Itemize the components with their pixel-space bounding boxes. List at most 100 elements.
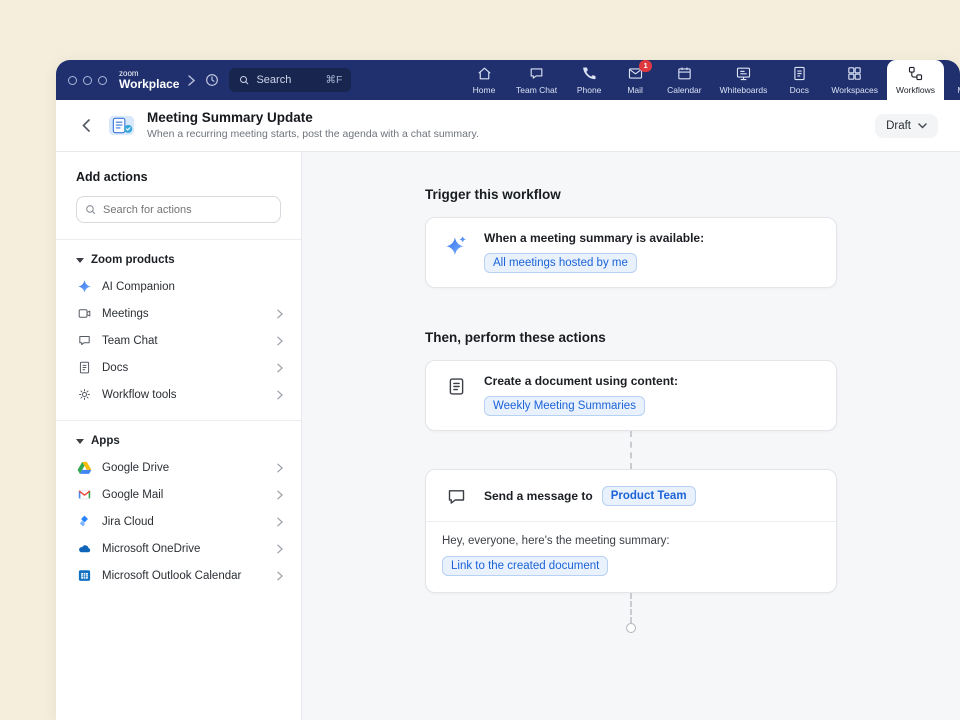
nav-workflows[interactable]: Workflows xyxy=(887,60,944,100)
nav-docs[interactable]: Docs xyxy=(776,60,822,100)
trigger-text: When a meeting summary is available: xyxy=(484,231,704,245)
document-icon xyxy=(442,374,470,397)
actions-heading: Then, perform these actions xyxy=(425,330,837,345)
global-search[interactable]: Search ⌘F xyxy=(229,68,351,92)
sidebar-item-microsoft-onedrive[interactable]: Microsoft OneDrive xyxy=(56,535,301,562)
nav-mail[interactable]: 1 Mail xyxy=(612,60,658,100)
sidebar-item-workflow-tools[interactable]: Workflow tools xyxy=(56,381,301,408)
team-chat-icon xyxy=(528,65,545,82)
top-navbar: zoom Workplace Search ⌘F Home Team xyxy=(56,60,960,100)
calendar-icon xyxy=(676,65,693,82)
workspaces-icon xyxy=(846,65,863,82)
status-dropdown[interactable]: Draft xyxy=(875,114,938,138)
divider xyxy=(56,239,301,240)
workflow-canvas: Trigger this workflow When a meeting sum… xyxy=(302,152,960,720)
nav-home[interactable]: Home xyxy=(461,60,507,100)
workflows-icon xyxy=(907,65,924,82)
search-icon xyxy=(84,203,97,216)
nav-calendar[interactable]: Calendar xyxy=(658,60,711,100)
trigger-heading: Trigger this workflow xyxy=(425,187,837,202)
zoom-workplace-logo: zoom Workplace xyxy=(119,70,179,91)
mail-icon: 1 xyxy=(627,65,644,82)
workflow-header: Meeting Summary Update When a recurring … xyxy=(56,100,960,152)
nav-team-chat[interactable]: Team Chat xyxy=(507,60,566,100)
outlook-calendar-icon xyxy=(76,568,92,583)
docs-icon xyxy=(791,65,808,82)
search-shortcut: ⌘F xyxy=(326,74,343,86)
sidebar-item-microsoft-outlook-calendar[interactable]: Microsoft Outlook Calendar xyxy=(56,562,301,589)
workflow-title: Meeting Summary Update xyxy=(147,110,479,126)
back-button[interactable] xyxy=(82,119,90,132)
chat-bubble-icon xyxy=(442,484,470,507)
trigger-scope-chip[interactable]: All meetings hosted by me xyxy=(484,253,637,273)
divider xyxy=(56,420,301,421)
ai-companion-icon xyxy=(76,279,92,294)
caret-down-icon xyxy=(76,258,84,263)
home-icon xyxy=(476,65,493,82)
app-window: zoom Workplace Search ⌘F Home Team xyxy=(56,60,960,720)
chevron-right-icon xyxy=(277,463,283,473)
action-card-send-message[interactable]: Send a message to Product Team Hey, ever… xyxy=(425,469,837,593)
chevron-right-icon xyxy=(277,490,283,500)
document-icon xyxy=(76,360,92,375)
gear-icon xyxy=(76,387,92,402)
ai-sparkle-icon xyxy=(442,231,470,259)
video-camera-icon xyxy=(76,306,92,321)
sidebar-item-meetings[interactable]: Meetings xyxy=(56,300,301,327)
nav-whiteboards[interactable]: Whiteboards xyxy=(711,60,777,100)
nav-phone[interactable]: Phone xyxy=(566,60,612,100)
meeting-summary-icon xyxy=(108,114,135,137)
nav-workspaces[interactable]: Workspaces xyxy=(822,60,887,100)
onedrive-icon xyxy=(76,541,92,556)
section-zoom-products[interactable]: Zoom products xyxy=(76,254,281,266)
mail-badge: 1 xyxy=(639,60,651,72)
action-card-create-document[interactable]: Create a document using content: Weekly … xyxy=(425,360,837,431)
whiteboard-icon xyxy=(735,65,752,82)
section-apps[interactable]: Apps xyxy=(76,435,281,447)
message-recipient-chip[interactable]: Product Team xyxy=(602,486,696,506)
action-message-text: Send a message to xyxy=(484,489,593,503)
chevron-down-icon xyxy=(918,123,927,129)
phone-icon xyxy=(581,65,598,82)
nav-tabs: Home Team Chat Phone 1 Mail Calendar xyxy=(461,60,960,100)
actions-sidebar: Add actions Zoom products AI Companion M… xyxy=(56,152,302,720)
google-drive-icon xyxy=(76,460,92,475)
chevron-right-icon xyxy=(277,309,283,319)
chevron-right-icon xyxy=(277,571,283,581)
chevron-right-icon[interactable] xyxy=(188,75,195,86)
sidebar-item-google-drive[interactable]: Google Drive xyxy=(56,454,301,481)
window-controls xyxy=(68,76,107,85)
sidebar-item-google-mail[interactable]: Google Mail xyxy=(56,481,301,508)
nav-more[interactable]: More xyxy=(944,60,960,100)
connector-line xyxy=(630,431,632,469)
sidebar-item-jira-cloud[interactable]: Jira Cloud xyxy=(56,508,301,535)
gmail-icon xyxy=(76,487,92,502)
history-icon[interactable] xyxy=(204,72,220,88)
caret-down-icon xyxy=(76,439,84,444)
document-content-chip[interactable]: Weekly Meeting Summaries xyxy=(484,396,645,416)
window-minimize-button[interactable] xyxy=(83,76,92,85)
sidebar-title: Add actions xyxy=(76,170,281,184)
add-node-dot[interactable] xyxy=(626,623,636,633)
connector-line xyxy=(630,593,632,623)
action-document-text: Create a document using content: xyxy=(484,374,678,388)
brand-bottom-label: Workplace xyxy=(119,78,179,91)
chevron-right-icon xyxy=(277,363,283,373)
chat-bubble-icon xyxy=(76,333,92,348)
chevron-right-icon xyxy=(277,517,283,527)
window-zoom-button[interactable] xyxy=(98,76,107,85)
message-link-chip[interactable]: Link to the created document xyxy=(442,556,608,576)
actions-search-input[interactable] xyxy=(76,196,281,223)
trigger-card[interactable]: When a meeting summary is available: All… xyxy=(425,217,837,288)
chevron-right-icon xyxy=(277,544,283,554)
chevron-right-icon xyxy=(277,390,283,400)
sidebar-item-ai-companion[interactable]: AI Companion xyxy=(56,273,301,300)
workflow-subtitle: When a recurring meeting starts, post th… xyxy=(147,128,479,141)
search-icon xyxy=(238,74,250,86)
jira-icon xyxy=(76,514,92,529)
sidebar-item-docs[interactable]: Docs xyxy=(56,354,301,381)
chevron-right-icon xyxy=(277,336,283,346)
search-label: Search xyxy=(256,74,291,86)
sidebar-item-team-chat[interactable]: Team Chat xyxy=(56,327,301,354)
window-close-button[interactable] xyxy=(68,76,77,85)
